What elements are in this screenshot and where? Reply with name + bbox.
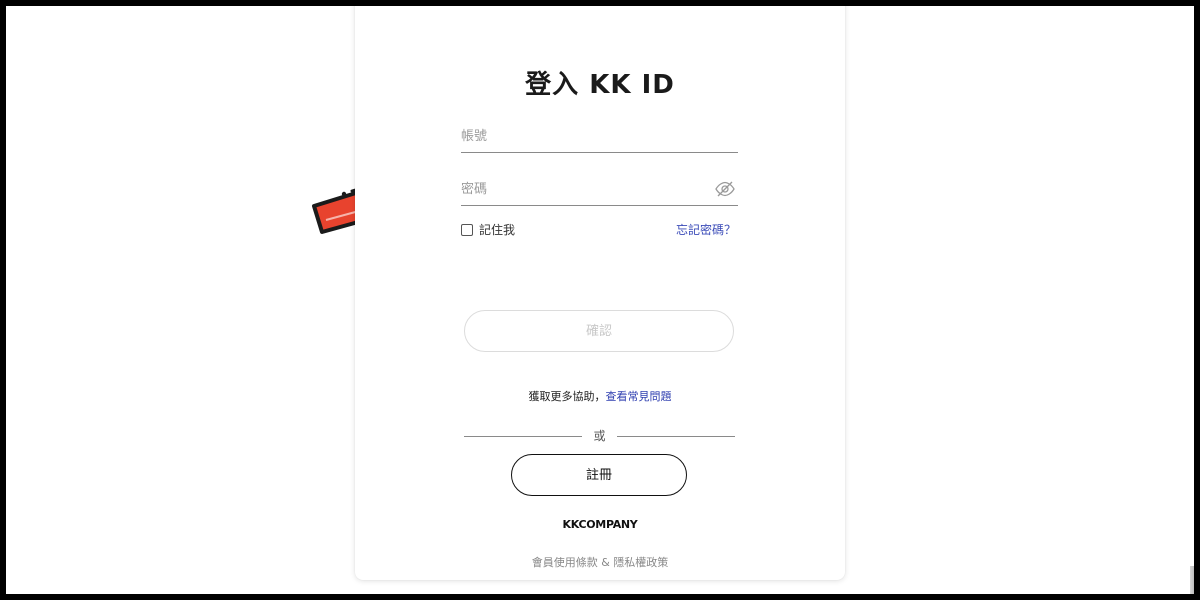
legal-links: 會員使用條款 & 隱私權政策: [355, 554, 845, 570]
forgot-password-link[interactable]: 忘記密碼？: [676, 222, 736, 238]
eye-slash-icon[interactable]: [714, 180, 736, 198]
remember-checkbox[interactable]: [461, 224, 473, 236]
privacy-link[interactable]: 隱私權政策: [613, 556, 668, 569]
legal-separator: &: [597, 556, 614, 569]
terms-link[interactable]: 會員使用條款: [532, 556, 598, 569]
scrollbar-edge: [1190, 566, 1194, 594]
remember-label: 記住我: [479, 223, 516, 237]
username-field: [461, 122, 738, 153]
login-card: 登入 KK ID 記住我 忘記密碼？ 確認 獲取更多協助，查看常見問題 或: [355, 6, 845, 580]
page-frame: 登入 KK ID 記住我 忘記密碼？ 確認 獲取更多協助，查看常見問題 或: [6, 6, 1194, 594]
confirm-button[interactable]: 確認: [464, 310, 734, 352]
faq-link[interactable]: 查看常見問題: [606, 390, 672, 403]
password-field: [461, 175, 738, 206]
username-input[interactable]: [461, 122, 701, 150]
kkcompany-logo: KKCOMPANY: [562, 518, 638, 531]
password-input[interactable]: [461, 175, 701, 203]
divider-line-right: [617, 436, 735, 437]
page-title: 登入 KK ID: [525, 70, 675, 100]
remember-row: 記住我 忘記密碼？: [461, 222, 738, 240]
help-line: 獲取更多協助，查看常見問題: [355, 388, 845, 404]
register-button[interactable]: 註冊: [511, 454, 687, 496]
or-divider: 或: [464, 428, 735, 444]
help-text: 獲取更多協助，: [528, 390, 606, 403]
